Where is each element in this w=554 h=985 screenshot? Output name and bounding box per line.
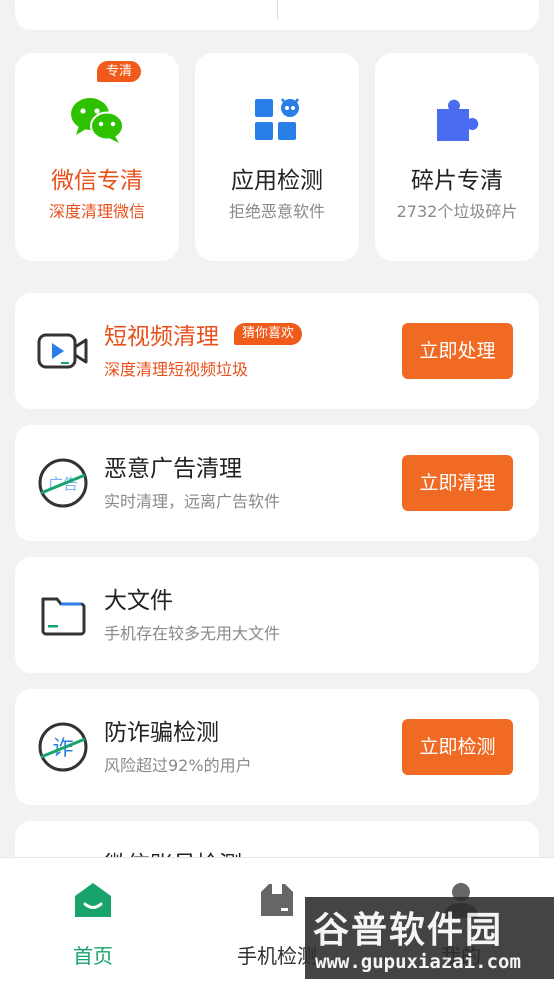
top-summary-card	[15, 0, 539, 30]
puzzle-icon	[437, 99, 479, 141]
process-now-button[interactable]: 立即处理	[402, 323, 513, 379]
box-icon	[261, 884, 293, 916]
ad-block-icon: 广告	[38, 458, 88, 508]
top-card-divider	[277, 0, 278, 20]
clean-now-button[interactable]: 立即清理	[402, 455, 513, 511]
card-subtitle: 深度清理短视频垃圾	[104, 360, 249, 379]
app-detect-icon	[255, 98, 299, 140]
card-title: 短视频清理	[104, 324, 219, 350]
card-title: 大文件	[104, 588, 173, 614]
tile-title: 应用检测	[231, 168, 323, 194]
watermark-logo: 谷普软件园 www.gupuxiazai.com	[305, 897, 554, 979]
card-ad-clean[interactable]: 广告 恶意广告清理 实时清理，远离广告软件 立即清理	[15, 425, 539, 541]
watermark-url: www.gupuxiazai.com	[315, 951, 521, 973]
card-anti-fraud[interactable]: 诈 防诈骗检测 风险超过92%的用户 立即检测	[15, 689, 539, 805]
card-title: 防诈骗检测	[104, 720, 219, 746]
tile-fragment-clean[interactable]: 碎片专清 2732个垃圾碎片	[375, 53, 539, 261]
card-subtitle: 实时清理，远离广告软件	[104, 492, 281, 511]
wechat-icon	[71, 98, 124, 143]
tile-wechat-clean[interactable]: 专清 微信专清 深度清理微信	[15, 53, 179, 261]
detect-now-button[interactable]: 立即检测	[402, 719, 513, 775]
feature-tiles: 专清 微信专清 深度清理微信 应用检测 拒绝恶意软件 碎片专清 2732个垃圾碎…	[15, 53, 539, 263]
anti-fraud-icon: 诈	[38, 722, 88, 772]
home-icon	[75, 883, 111, 917]
tile-subtitle: 2732个垃圾碎片	[396, 202, 518, 221]
nav-label: 首页	[73, 944, 113, 968]
tile-title: 微信专清	[51, 168, 143, 194]
tile-title: 碎片专清	[411, 168, 503, 194]
card-short-video-clean[interactable]: 短视频清理 猜你喜欢 深度清理短视频垃圾 立即处理	[15, 293, 539, 409]
card-subtitle: 风险超过92%的用户	[104, 756, 252, 775]
folder-icon	[41, 597, 86, 636]
video-icon	[37, 333, 88, 369]
tile-subtitle: 拒绝恶意软件	[228, 202, 325, 221]
watermark-text: 谷普软件园	[313, 910, 504, 951]
card-title: 恶意广告清理	[104, 456, 242, 482]
tile-badge: 专清	[97, 61, 142, 82]
nav-home[interactable]: 首页	[13, 858, 173, 985]
tile-app-detect[interactable]: 应用检测 拒绝恶意软件	[195, 53, 359, 261]
tile-subtitle: 深度清理微信	[48, 202, 145, 221]
card-large-files[interactable]: 大文件 手机存在较多无用大文件	[15, 557, 539, 673]
card-badge: 猜你喜欢	[234, 323, 303, 345]
card-subtitle: 手机存在较多无用大文件	[104, 624, 281, 643]
